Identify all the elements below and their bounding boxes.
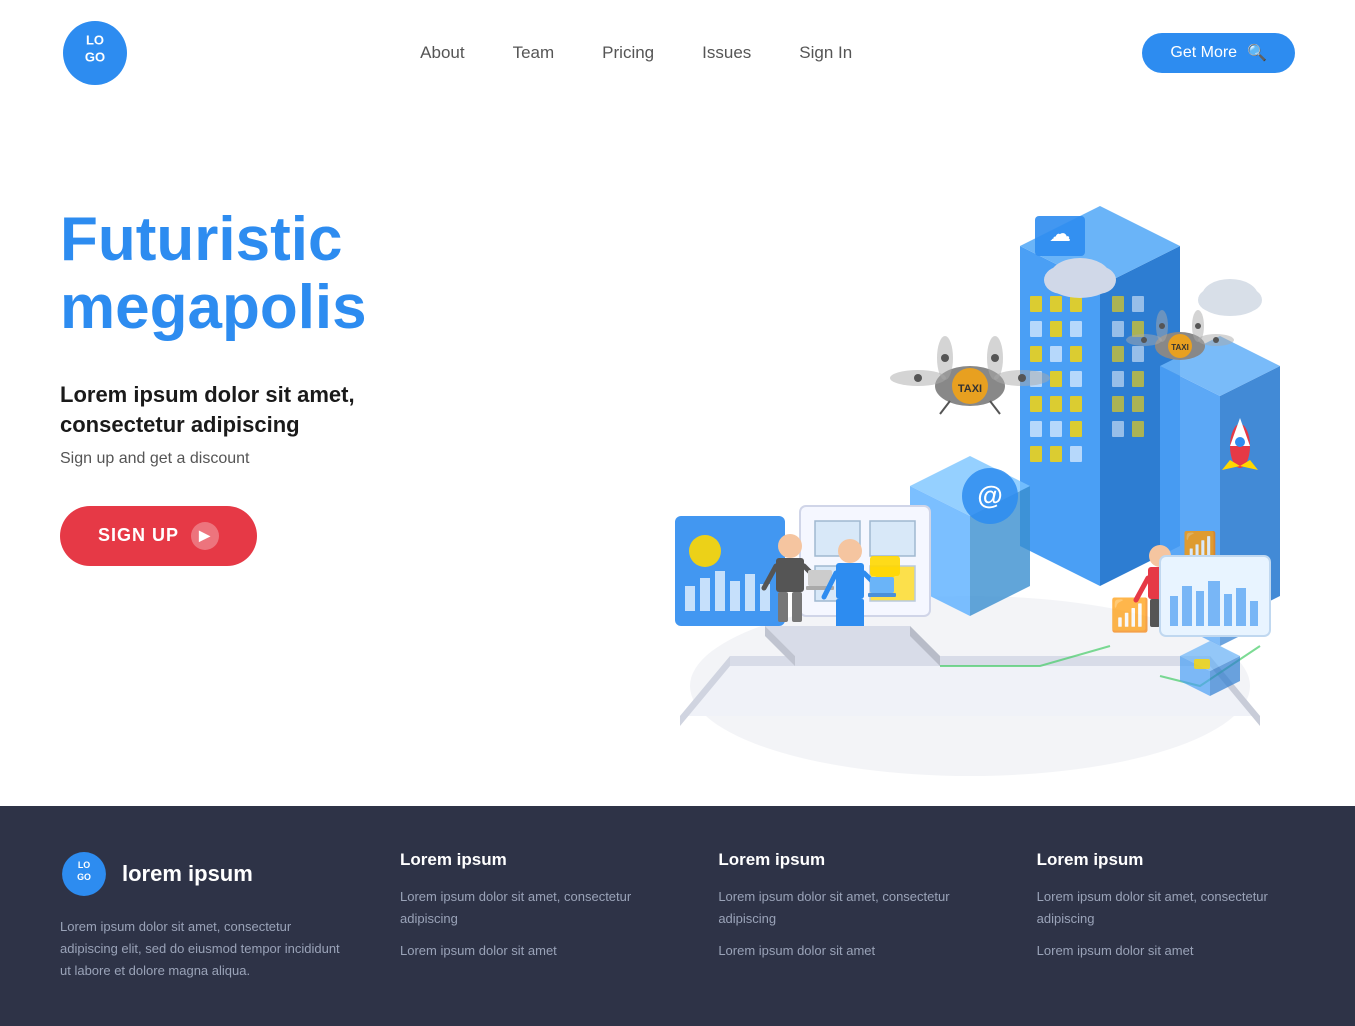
footer-logo-icon: LO GO — [60, 850, 108, 898]
svg-text:LO: LO — [86, 33, 104, 48]
svg-text:GO: GO — [77, 872, 91, 882]
svg-text:📶: 📶 — [1110, 597, 1150, 633]
hero-description: Sign up and get a discount — [60, 450, 480, 468]
svg-text:TAXI: TAXI — [1171, 343, 1189, 352]
search-icon: 🔍 — [1247, 43, 1267, 63]
header: LO GO About Team Pricing Issues Sign In … — [0, 0, 1355, 106]
footer-col-2: Lorem ipsum Lorem ipsum dolor sit amet, … — [718, 850, 976, 982]
hero-illustration: ☁ 📶 @ 📶 — [480, 146, 1300, 806]
footer-col3-item2: Lorem ipsum dolor sit amet — [1037, 940, 1295, 962]
get-more-button[interactable]: Get More 🔍 — [1142, 33, 1295, 73]
footer-col-1: Lorem ipsum Lorem ipsum dolor sit amet, … — [400, 850, 658, 982]
hero-content: Futuristic megapolis Lorem ipsum dolor s… — [60, 146, 480, 806]
footer-col1-title: Lorem ipsum — [400, 850, 658, 870]
hero-title: Futuristic megapolis — [60, 206, 480, 342]
main-nav: About Team Pricing Issues Sign In — [420, 43, 852, 63]
svg-text:LO: LO — [78, 860, 90, 870]
svg-text:@: @ — [977, 480, 1002, 510]
footer-logo-row: LO GO lorem ipsum — [60, 850, 340, 898]
nav-about[interactable]: About — [420, 43, 464, 63]
footer-col1-item2: Lorem ipsum dolor sit amet — [400, 940, 658, 962]
footer-col1-item1: Lorem ipsum dolor sit amet, consectetur … — [400, 886, 658, 930]
city-illustration: ☁ 📶 @ 📶 — [480, 166, 1300, 806]
footer-brand: LO GO lorem ipsum Lorem ipsum dolor sit … — [60, 850, 340, 982]
signup-button[interactable]: SIGN UP ▶ — [60, 506, 257, 566]
footer-col2-item2: Lorem ipsum dolor sit amet — [718, 940, 976, 962]
svg-text:GO: GO — [85, 49, 105, 64]
nav-signin[interactable]: Sign In — [799, 43, 852, 63]
footer-col3-title: Lorem ipsum — [1037, 850, 1295, 870]
hero-section: Futuristic megapolis Lorem ipsum dolor s… — [0, 106, 1355, 806]
svg-text:TAXI: TAXI — [958, 383, 982, 395]
footer-col2-title: Lorem ipsum — [718, 850, 976, 870]
logo[interactable]: LO GO — [60, 18, 130, 88]
svg-text:☁: ☁ — [1049, 221, 1071, 246]
nav-issues[interactable]: Issues — [702, 43, 751, 63]
footer: LO GO lorem ipsum Lorem ipsum dolor sit … — [0, 806, 1355, 1026]
footer-brand-desc: Lorem ipsum dolor sit amet, consectetur … — [60, 916, 340, 982]
nav-pricing[interactable]: Pricing — [602, 43, 654, 63]
logo-icon: LO GO — [60, 18, 130, 88]
nav-team[interactable]: Team — [513, 43, 555, 63]
footer-col3-item1: Lorem ipsum dolor sit amet, consectetur … — [1037, 886, 1295, 930]
footer-col-3: Lorem ipsum Lorem ipsum dolor sit amet, … — [1037, 850, 1295, 982]
hero-subtitle: Lorem ipsum dolor sit amet, consectetur … — [60, 380, 480, 439]
arrow-icon: ▶ — [191, 522, 219, 550]
footer-col2-item1: Lorem ipsum dolor sit amet, consectetur … — [718, 886, 976, 930]
header-right: Get More 🔍 — [1142, 33, 1295, 73]
footer-brand-name: lorem ipsum — [122, 861, 253, 887]
